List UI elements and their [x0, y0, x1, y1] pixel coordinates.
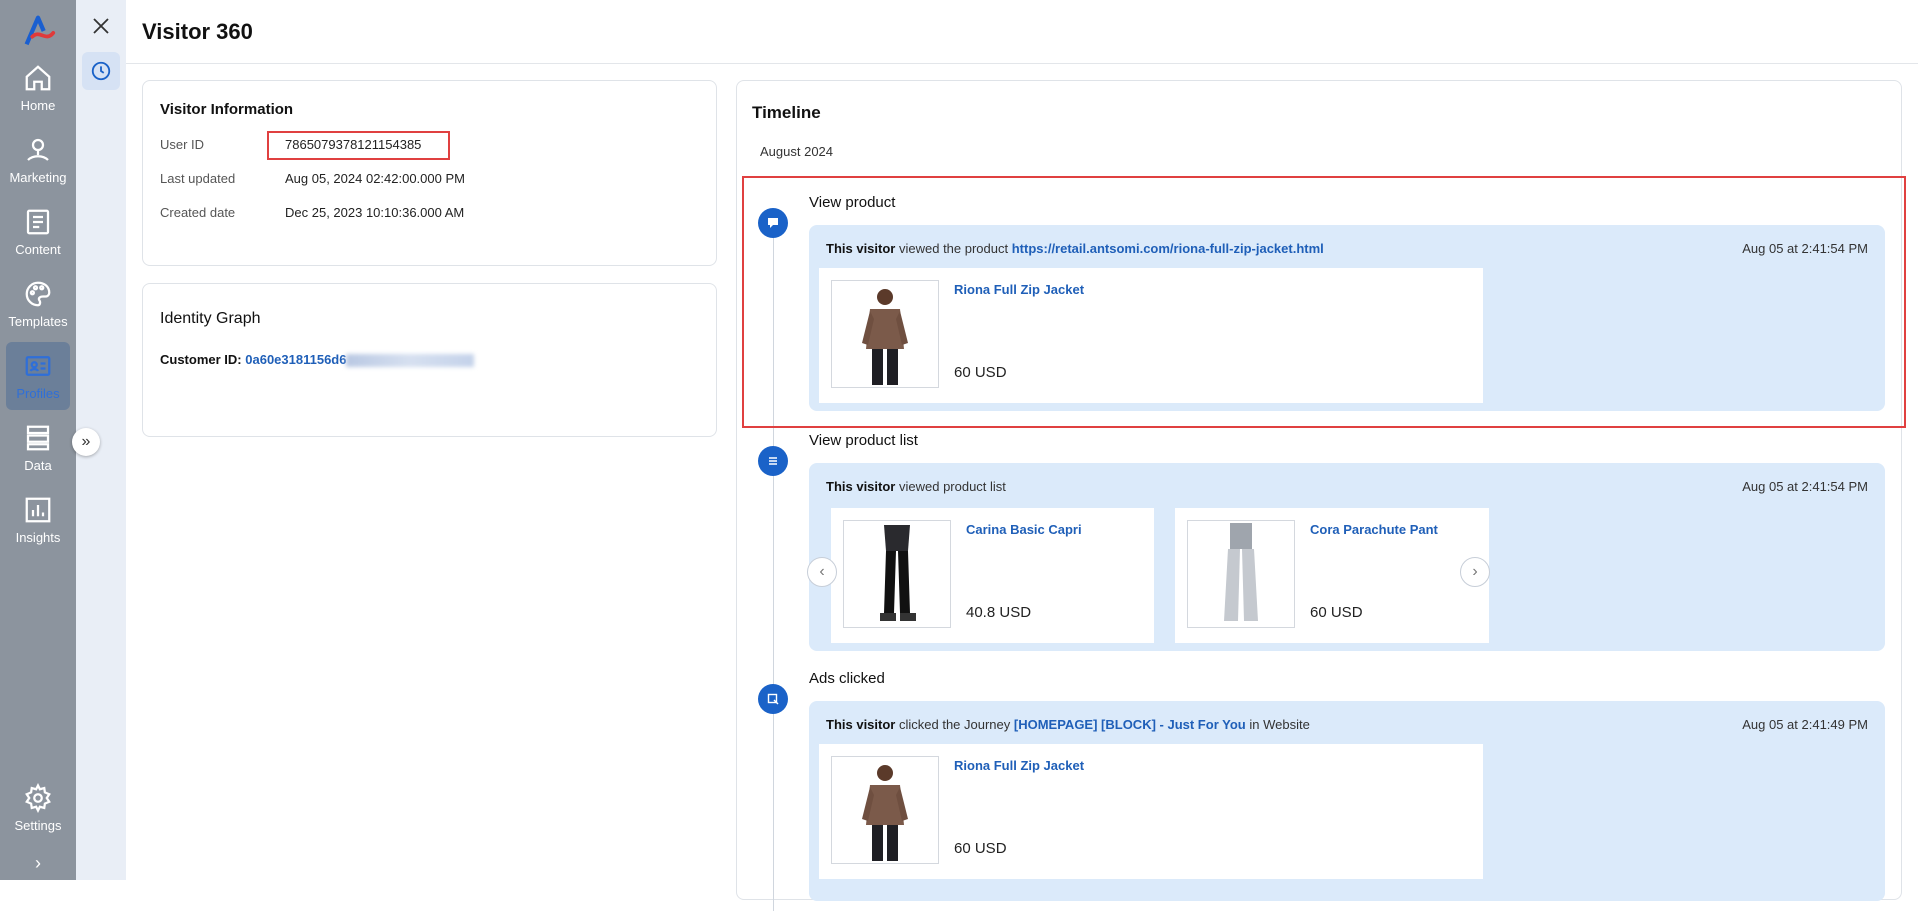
- nav-label-profiles: Profiles: [16, 386, 60, 401]
- nav-item-content[interactable]: Content: [6, 198, 70, 266]
- nav-label-home: Home: [20, 98, 56, 113]
- event-description: This visitor clicked the Journey [HOMEPA…: [826, 717, 1310, 732]
- product-card[interactable]: Carina Basic Capri 40.8 USD: [831, 508, 1154, 643]
- event-title: Ads clicked: [809, 670, 885, 687]
- customer-id-link[interactable]: 0a60e3181156d6: [245, 352, 346, 367]
- nav-item-data[interactable]: Data: [6, 414, 70, 482]
- nav-item-home[interactable]: Home: [6, 54, 70, 122]
- chart-icon: [25, 497, 51, 523]
- nav-label-marketing: Marketing: [9, 170, 67, 185]
- marketing-pin-icon: [27, 138, 49, 161]
- event-detail-box: This visitor clicked the Journey [HOMEPA…: [809, 701, 1885, 901]
- nav-label-data: Data: [24, 458, 52, 473]
- gear-icon: [25, 783, 51, 813]
- customer-id-label: Customer ID:: [160, 352, 242, 367]
- event-action-text: clicked the Journey: [898, 717, 1011, 732]
- event-timestamp: Aug 05 at 2:41:49 PM: [1742, 717, 1868, 732]
- palette-icon: [25, 281, 51, 307]
- event-subject: This visitor: [826, 479, 896, 494]
- journey-link[interactable]: [HOMEPAGE] [BLOCK] - Just For You: [1014, 717, 1246, 732]
- list-icon: [758, 446, 788, 476]
- product-image: [843, 520, 951, 628]
- history-button[interactable]: [82, 52, 120, 90]
- timeline-title: Timeline: [752, 103, 821, 122]
- product-image: [831, 756, 939, 864]
- product-price: 60 USD: [954, 840, 1007, 857]
- home-icon: [25, 65, 51, 91]
- carousel-prev-button[interactable]: ‹: [807, 557, 837, 587]
- event-suffix-text: in Website: [1249, 717, 1310, 732]
- main-nav: Home Marketing Content Templates Profile…: [0, 0, 76, 880]
- identity-graph-card: Identity Graph Customer ID: 0a60e3181156…: [142, 283, 717, 437]
- event-title: View product list: [809, 432, 918, 449]
- event-detail-box: This visitor viewed product list Aug 05 …: [807, 463, 1885, 651]
- nav-item-marketing[interactable]: Marketing: [6, 126, 70, 194]
- event-subject: This visitor: [826, 717, 896, 732]
- user-id-highlight: [267, 131, 450, 160]
- event-description: This visitor viewed product list: [826, 479, 1006, 494]
- page-title: Visitor 360: [142, 19, 253, 44]
- product-card[interactable]: Cora Parachute Pant 60 USD: [1175, 508, 1489, 643]
- nav-label-content: Content: [15, 242, 61, 257]
- nav-label-insights: Insights: [15, 530, 61, 545]
- database-icon: [26, 425, 50, 451]
- page-header: Visitor 360: [126, 0, 1918, 64]
- nav-item-insights[interactable]: Insights: [6, 486, 70, 554]
- clock-icon: [91, 61, 111, 81]
- nav-item-settings[interactable]: Settings: [6, 774, 70, 842]
- collapse-double-chevron-icon[interactable]: »: [72, 428, 100, 456]
- ad-click-icon: [758, 684, 788, 714]
- last-updated-row: Last updated Aug 05, 2024 02:42:00.000 PM: [160, 171, 465, 186]
- nav-label-settings: Settings: [14, 818, 62, 833]
- product-name-link[interactable]: Riona Full Zip Jacket: [954, 758, 1084, 773]
- identity-graph-title: Identity Graph: [160, 310, 261, 327]
- nav-item-templates[interactable]: Templates: [6, 270, 70, 338]
- timeline-month: August 2024: [760, 144, 834, 159]
- redacted-blur: [346, 354, 475, 368]
- view-product-highlight: [742, 176, 1906, 428]
- close-icon[interactable]: [89, 14, 113, 38]
- product-name-link[interactable]: Carina Basic Capri: [966, 522, 1082, 537]
- product-price: 40.8 USD: [966, 604, 1032, 621]
- expand-nav-chevron-icon[interactable]: ›: [35, 853, 41, 874]
- antsomi-logo[interactable]: [19, 12, 57, 50]
- visitor-information-card: Visitor Information User ID 7865079378121…: [142, 80, 717, 266]
- visitor-information-title: Visitor Information: [160, 101, 294, 118]
- content-doc-icon: [26, 209, 50, 235]
- carousel-next-button[interactable]: ›: [1460, 557, 1490, 587]
- created-date-value: Dec 25, 2023 10:10:36.000 AM: [285, 205, 465, 220]
- last-updated-value: Aug 05, 2024 02:42:00.000 PM: [285, 171, 465, 186]
- created-date-row: Created date Dec 25, 2023 10:10:36.000 AM: [160, 205, 464, 220]
- nav-item-profiles[interactable]: Profiles: [6, 342, 70, 410]
- nav-label-templates: Templates: [8, 314, 68, 329]
- last-updated-label: Last updated: [160, 171, 236, 186]
- product-price: 60 USD: [1310, 604, 1363, 621]
- event-action-text: viewed product list: [898, 479, 1006, 494]
- created-date-label: Created date: [160, 205, 236, 220]
- customer-id-row: Customer ID: 0a60e3181156d6: [160, 352, 475, 368]
- product-card[interactable]: Riona Full Zip Jacket 60 USD: [819, 744, 1483, 879]
- profile-card-icon: [25, 356, 51, 376]
- product-image: [1187, 520, 1295, 628]
- event-timestamp: Aug 05 at 2:41:54 PM: [1742, 479, 1868, 494]
- product-name-link[interactable]: Cora Parachute Pant: [1310, 522, 1438, 537]
